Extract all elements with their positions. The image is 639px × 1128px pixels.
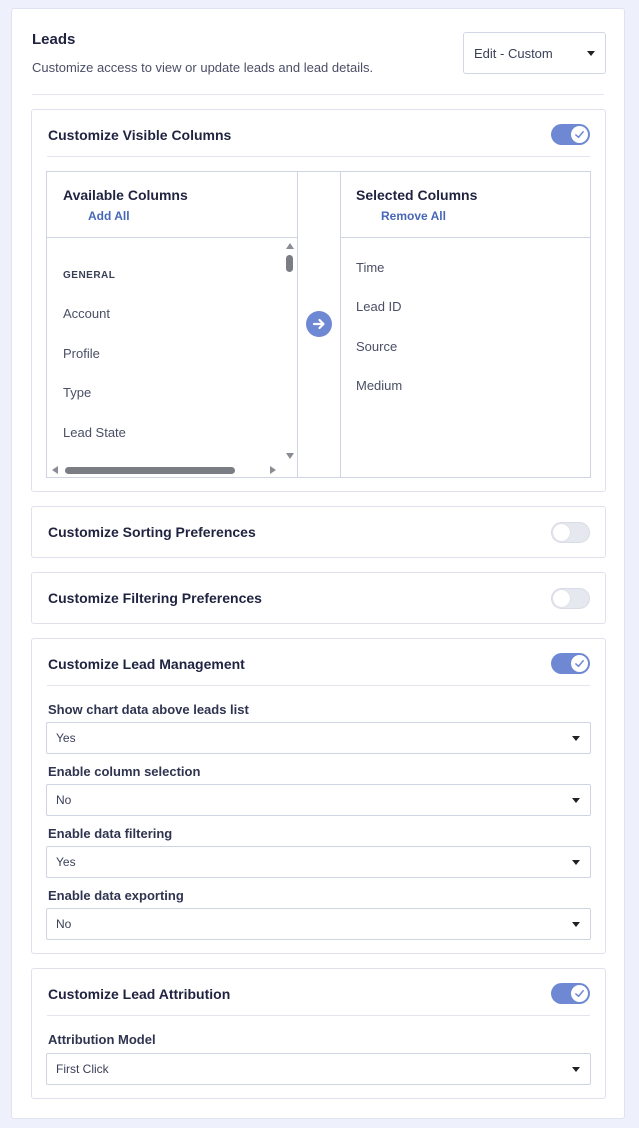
column-selection-label: Enable column selection xyxy=(48,764,201,779)
toggle-knob xyxy=(553,590,570,607)
attribution-model-value: First Click xyxy=(56,1062,109,1076)
filtering-section: Customize Filtering Preferences xyxy=(31,572,606,624)
header: Leads Customize access to view or update… xyxy=(12,9,624,95)
transfer-pane xyxy=(298,172,341,477)
caret-down-icon xyxy=(572,798,580,803)
horizontal-scrollbar[interactable] xyxy=(48,463,283,477)
filtering-toggle[interactable] xyxy=(551,588,590,609)
caret-down-icon xyxy=(587,51,595,56)
list-item[interactable]: Type xyxy=(63,385,91,400)
attribution-model-label: Attribution Model xyxy=(48,1032,156,1047)
page-subtitle: Customize access to view or update leads… xyxy=(32,60,374,75)
list-item[interactable]: Lead State xyxy=(63,425,126,440)
selected-columns-header: Selected Columns Remove All xyxy=(341,172,591,238)
scroll-right-icon[interactable] xyxy=(270,466,276,474)
data-exporting-value: No xyxy=(56,917,72,931)
list-item[interactable]: Account xyxy=(63,306,110,321)
check-icon xyxy=(571,126,588,143)
visible-columns-title: Customize Visible Columns xyxy=(48,127,232,143)
available-columns-header: Available Columns Add All xyxy=(47,172,297,238)
header-divider xyxy=(32,94,604,95)
data-exporting-label: Enable data exporting xyxy=(48,888,184,903)
lead-management-title: Customize Lead Management xyxy=(48,656,245,672)
transfer-button[interactable] xyxy=(306,311,332,337)
remove-all-link[interactable]: Remove All xyxy=(381,209,446,223)
access-level-value: Edit - Custom xyxy=(474,45,553,61)
filtering-title: Customize Filtering Preferences xyxy=(48,590,262,606)
sorting-section: Customize Sorting Preferences xyxy=(31,506,606,558)
section-divider xyxy=(47,1015,590,1016)
vertical-scrollbar[interactable] xyxy=(283,239,297,463)
visible-columns-section: Customize Visible Columns Available Colu… xyxy=(31,109,606,492)
toggle-knob xyxy=(553,524,570,541)
list-item[interactable]: Profile xyxy=(63,346,100,361)
column-selection-value: No xyxy=(56,793,72,807)
scroll-down-icon[interactable] xyxy=(286,453,294,459)
section-divider xyxy=(47,156,590,157)
leads-settings-card: Leads Customize access to view or update… xyxy=(11,8,625,1119)
scrollbar-thumb[interactable] xyxy=(286,255,293,272)
selected-columns-title: Selected Columns xyxy=(356,187,478,203)
show-chart-select[interactable]: Yes xyxy=(46,722,591,754)
attribution-model-select[interactable]: First Click xyxy=(46,1053,591,1085)
scroll-left-icon[interactable] xyxy=(52,466,58,474)
caret-down-icon xyxy=(572,922,580,927)
caret-down-icon xyxy=(572,860,580,865)
visible-columns-toggle[interactable] xyxy=(551,124,590,145)
lead-management-section: Customize Lead Management Show chart dat… xyxy=(31,638,606,954)
column-picker: Available Columns Add All GENERAL Accoun… xyxy=(46,171,591,478)
show-chart-value: Yes xyxy=(56,731,76,745)
access-level-select[interactable]: Edit - Custom xyxy=(463,32,606,74)
list-item[interactable]: Lead ID xyxy=(356,299,402,314)
list-item[interactable]: Medium xyxy=(356,378,402,393)
scrollbar-thumb[interactable] xyxy=(65,467,235,474)
caret-down-icon xyxy=(572,1067,580,1072)
section-divider xyxy=(47,685,590,686)
list-item[interactable]: Time xyxy=(356,260,384,275)
scroll-up-icon[interactable] xyxy=(286,243,294,249)
selected-columns-pane: Selected Columns Remove All Time Lead ID… xyxy=(341,172,591,477)
check-icon xyxy=(571,655,588,672)
data-exporting-select[interactable]: No xyxy=(46,908,591,940)
lead-management-toggle[interactable] xyxy=(551,653,590,674)
caret-down-icon xyxy=(572,736,580,741)
sorting-title: Customize Sorting Preferences xyxy=(48,524,256,540)
arrow-right-circle-icon xyxy=(312,318,325,330)
attribution-toggle[interactable] xyxy=(551,983,590,1004)
attribution-section: Customize Lead Attribution Attribution M… xyxy=(31,968,606,1099)
list-item[interactable]: Source xyxy=(356,339,397,354)
show-chart-label: Show chart data above leads list xyxy=(48,702,249,717)
column-selection-select[interactable]: No xyxy=(46,784,591,816)
attribution-title: Customize Lead Attribution xyxy=(48,986,231,1002)
group-label-general: GENERAL xyxy=(63,270,116,281)
page-title: Leads xyxy=(32,31,76,48)
available-columns-pane: Available Columns Add All GENERAL Accoun… xyxy=(47,172,298,477)
data-filtering-label: Enable data filtering xyxy=(48,826,173,841)
data-filtering-select[interactable]: Yes xyxy=(46,846,591,878)
add-all-link[interactable]: Add All xyxy=(88,209,130,223)
sorting-toggle[interactable] xyxy=(551,522,590,543)
data-filtering-value: Yes xyxy=(56,855,76,869)
check-icon xyxy=(571,985,588,1002)
available-columns-title: Available Columns xyxy=(63,187,188,203)
